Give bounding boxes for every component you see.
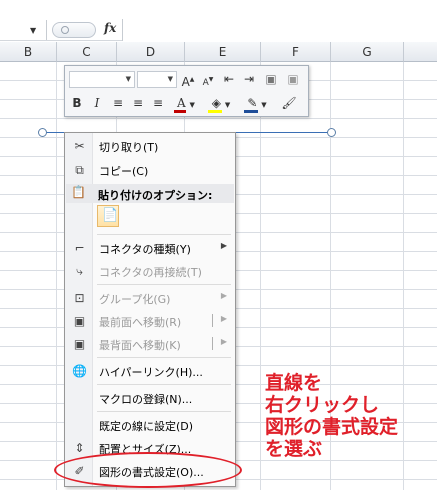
menu-item-set-default-line[interactable]: 既定の線に設定(D): [67, 414, 233, 436]
insert-function-button[interactable]: fx: [104, 21, 116, 35]
menu-item-hyperlink[interactable]: 🌐 ハイパーリンク(H)...: [67, 360, 233, 382]
send-backward-icon[interactable]: ▣: [284, 71, 302, 88]
menu-item-label: 最前面へ移動(R): [99, 316, 182, 329]
bring-front-icon: ▣: [73, 314, 86, 328]
formula-bar-resize-handle[interactable]: [52, 22, 96, 38]
context-menu: ✂ 切り取り(T) ⧉ コピー(C) 📋 貼り付けのオプション: 📄 ⌐ コネク…: [64, 132, 236, 487]
column-header-next[interactable]: [404, 42, 437, 62]
menu-item-assign-macro[interactable]: マクロの登録(N)...: [67, 387, 233, 409]
copy-icon: ⧉: [75, 163, 84, 177]
menu-separator: [97, 357, 231, 358]
menu-item-label: 最背面へ移動(K): [99, 339, 181, 352]
pencil-icon: ✎: [247, 96, 258, 110]
column-header-e[interactable]: E: [185, 42, 261, 62]
name-box[interactable]: ▼: [0, 22, 44, 40]
grip-icon: [61, 26, 69, 34]
column-header-c[interactable]: C: [57, 42, 117, 62]
chevron-right-icon: ▶: [220, 314, 227, 323]
annotation-line: を選ぶ: [265, 438, 323, 460]
scissors-icon: ✂: [74, 139, 85, 153]
formula-bar-divider: [46, 20, 47, 40]
increase-indent-button[interactable]: ⇥: [240, 71, 258, 88]
paste-clipboard-icon: 📄: [102, 208, 119, 223]
menu-item-bring-to-front[interactable]: ▣ 最前面へ移動(R) ▶: [67, 310, 233, 332]
split-divider: [212, 337, 213, 350]
font-size-combo[interactable]: ▼: [137, 71, 177, 88]
align-left-icon[interactable]: ≡: [109, 95, 127, 112]
menu-item-label: グループ化(G): [99, 293, 171, 306]
column-header-b[interactable]: B: [0, 42, 57, 62]
menu-item-label: 切り取り(T): [99, 141, 159, 154]
chevron-down-icon[interactable]: ▼: [126, 75, 131, 83]
menu-item-cut[interactable]: ✂ 切り取り(T): [67, 135, 233, 157]
connector-type-icon: ⌐: [74, 241, 85, 255]
menu-separator: [97, 234, 231, 235]
group-icon: ⊡: [74, 291, 85, 305]
chevron-right-icon: ▶: [220, 337, 227, 346]
menu-item-reroute-connector[interactable]: ⤷ コネクタの再接続(T): [67, 260, 233, 282]
menu-item-label: コネクタの再接続(T): [99, 266, 202, 279]
menu-item-label: コピー(C): [99, 165, 149, 178]
line-start-handle[interactable]: [38, 128, 47, 137]
size-position-icon: ⇕: [74, 441, 85, 455]
menu-item-group[interactable]: ⊡ グループ化(G) ▶: [67, 287, 233, 309]
split-divider: [212, 314, 213, 327]
fill-color-swatch: [208, 110, 222, 113]
annotation-line: 右クリックし: [265, 394, 380, 416]
grow-font-button[interactable]: A▲: [180, 71, 196, 89]
column-header-d[interactable]: D: [117, 42, 185, 62]
paint-bucket-icon: ◈: [211, 96, 221, 110]
mini-toolbar: ▼ ▼ A▲ A▼ ⇤ ⇥ ▣ ▣ B I ≡ ≡ ≡ A ▼ ◈ ▼ ✎ ▼ …: [64, 65, 309, 117]
menu-item-label: 既定の線に設定(D): [99, 420, 194, 433]
paste-options-header: 📋 貼り付けのオプション:: [66, 184, 234, 203]
paste-keep-source-button[interactable]: 📄: [97, 205, 119, 227]
annotation-line: 直線を: [265, 372, 323, 394]
paste-icon: 📋: [71, 185, 86, 199]
menu-item-send-to-back[interactable]: ▣ 最背面へ移動(K) ▶: [67, 333, 233, 355]
format-painter-icon[interactable]: 🖌: [279, 95, 299, 112]
italic-button[interactable]: I: [89, 95, 105, 112]
menu-separator: [97, 384, 231, 385]
chevron-right-icon: ▶: [220, 241, 227, 250]
menu-item-label: ハイパーリンク(H)...: [99, 366, 203, 379]
annotation-line: 図形の書式設定: [265, 416, 399, 438]
column-header-g[interactable]: G: [331, 42, 404, 62]
align-center-icon[interactable]: ≡: [129, 95, 147, 112]
decrease-indent-button[interactable]: ⇤: [220, 71, 238, 88]
annotation-text: 直線を 右クリックし 図形の書式設定 を選ぶ: [265, 372, 398, 460]
column-header-f[interactable]: F: [261, 42, 331, 62]
menu-item-connector-type[interactable]: ⌐ コネクタの種類(Y) ▶: [67, 237, 233, 259]
hyperlink-icon: 🌐: [72, 364, 87, 378]
menu-item-copy[interactable]: ⧉ コピー(C): [67, 159, 233, 181]
chevron-right-icon: ▶: [220, 291, 227, 300]
bring-forward-icon[interactable]: ▣: [262, 71, 280, 88]
bold-button[interactable]: B: [69, 95, 85, 112]
formula-input[interactable]: [122, 19, 437, 41]
menu-separator: [97, 411, 231, 412]
send-back-icon: ▣: [73, 337, 86, 351]
outline-color-swatch: [244, 110, 258, 113]
shrink-font-button[interactable]: A▼: [200, 71, 216, 88]
chevron-down-icon[interactable]: ▼: [30, 26, 36, 35]
grow-font-icon: A: [181, 75, 190, 89]
menu-item-label: 貼り付けのオプション:: [98, 189, 213, 202]
font-name-combo[interactable]: ▼: [69, 71, 135, 88]
highlight-oval: [54, 452, 242, 488]
formula-bar: ▼ fx: [0, 0, 437, 41]
menu-item-label: コネクタの種類(Y): [99, 243, 191, 256]
menu-separator: [97, 284, 231, 285]
font-color-icon: A: [177, 96, 186, 110]
font-color-swatch: [174, 110, 186, 113]
align-right-icon[interactable]: ≡: [149, 95, 167, 112]
chevron-down-icon[interactable]: ▼: [168, 75, 173, 83]
reroute-connector-icon: ⤷: [76, 264, 83, 278]
menu-item-label: マクロの登録(N)...: [99, 393, 193, 406]
line-end-handle[interactable]: [327, 128, 336, 137]
